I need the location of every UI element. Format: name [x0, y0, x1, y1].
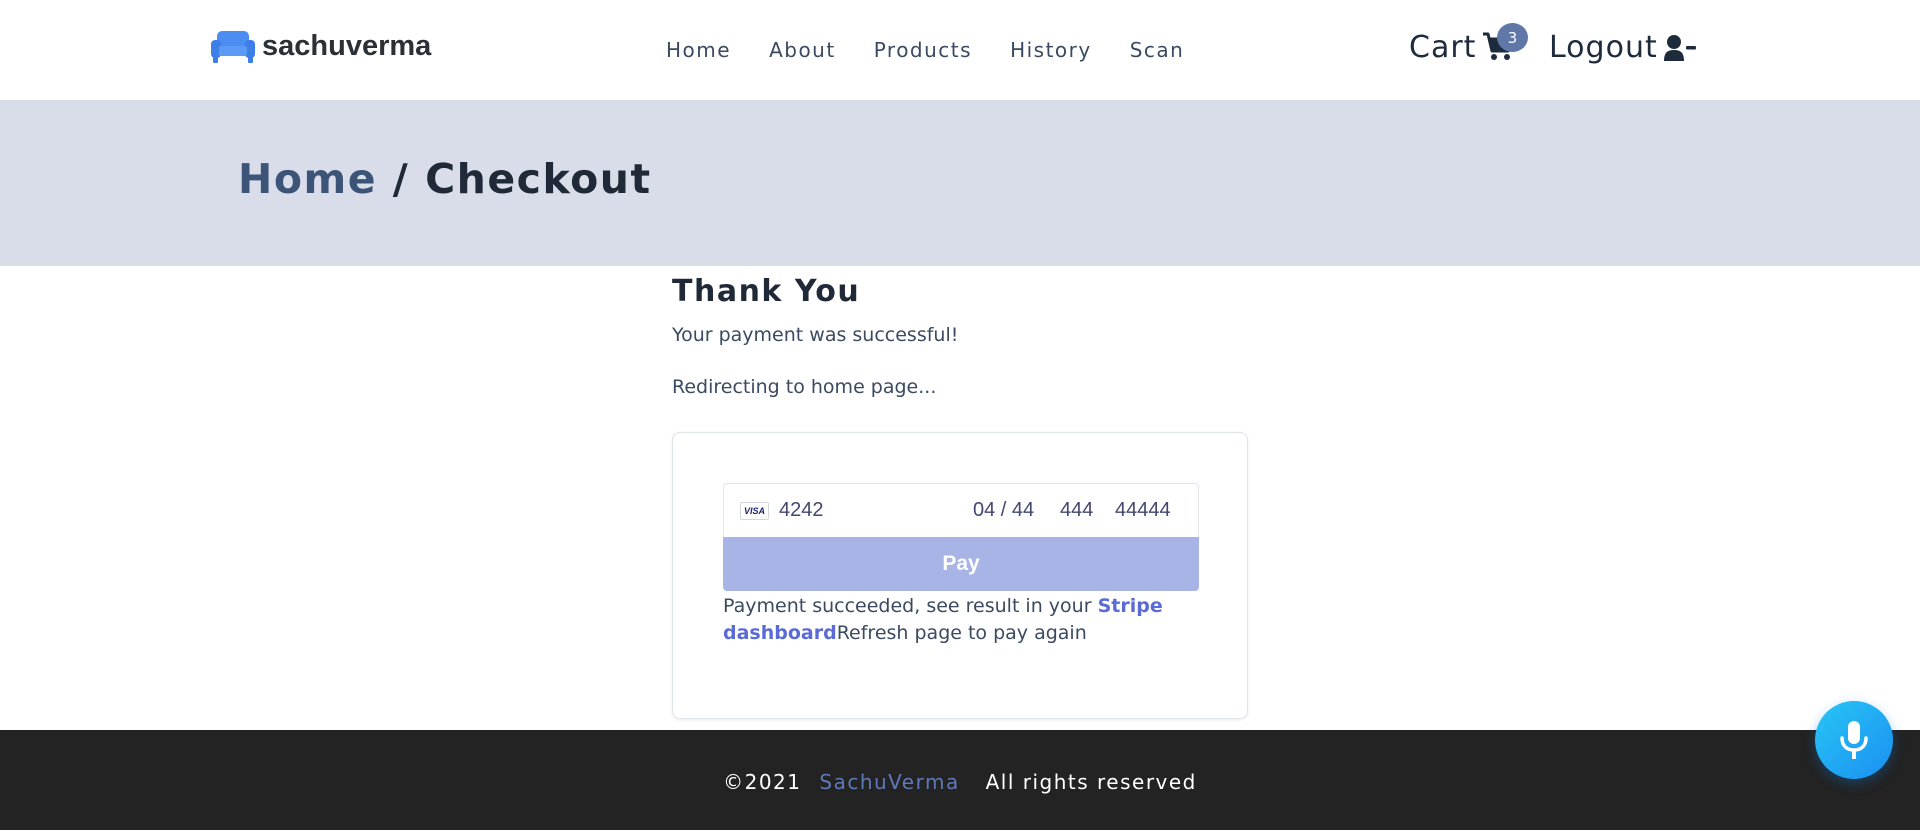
- nav-scan[interactable]: Scan: [1130, 38, 1185, 62]
- user-minus-icon: [1663, 34, 1696, 61]
- cart-count-badge: 3: [1497, 23, 1528, 52]
- brand-logo-link[interactable]: sachuverma: [210, 28, 431, 64]
- payment-result-message: Payment succeeded, see result in your St…: [723, 593, 1163, 647]
- page-title: Thank You: [672, 274, 861, 309]
- nav-products[interactable]: Products: [874, 38, 972, 62]
- voice-search-button[interactable]: [1815, 701, 1893, 779]
- card-cvc-field[interactable]: 444: [1060, 499, 1093, 522]
- cart-label: Cart: [1409, 30, 1477, 65]
- breadcrumb-separator: /: [392, 155, 410, 203]
- footer: ©2021 SachuVerma All rights reserved: [0, 730, 1920, 830]
- visa-card-icon: VISA: [740, 501, 769, 520]
- breadcrumb: Home / Checkout: [238, 155, 652, 203]
- success-message: Your payment was successful!: [672, 324, 959, 346]
- microphone-icon: [1840, 721, 1868, 759]
- main-nav: Home About Products History Scan: [666, 38, 1222, 62]
- card-expiry-field[interactable]: 04 / 44: [973, 499, 1034, 522]
- result-suffix: Refresh page to pay again: [836, 622, 1087, 644]
- redirect-message: Redirecting to home page...: [672, 376, 937, 398]
- checkout-result: Thank You Your payment was successful! R…: [672, 274, 1248, 398]
- top-navbar: sachuverma Home About Products History S…: [0, 0, 1920, 100]
- pay-button[interactable]: Pay: [723, 537, 1199, 591]
- sofa-icon: [211, 31, 255, 63]
- breadcrumb-current: Checkout: [425, 155, 652, 203]
- nav-home[interactable]: Home: [666, 38, 731, 62]
- logout-link[interactable]: Logout: [1549, 30, 1696, 65]
- payment-card: VISA 4242 04 / 44 444 44444 Pay Payment …: [672, 432, 1248, 719]
- breadcrumb-home-link[interactable]: Home: [238, 155, 377, 203]
- nav-about[interactable]: About: [769, 38, 836, 62]
- result-prefix: Payment succeeded, see result in your: [723, 595, 1098, 617]
- card-number-field[interactable]: 4242: [779, 499, 824, 522]
- footer-rights: All rights reserved: [985, 770, 1197, 794]
- card-zip-field[interactable]: 44444: [1115, 499, 1171, 522]
- footer-text: ©2021 SachuVerma All rights reserved: [0, 770, 1920, 794]
- footer-copyright: ©2021: [723, 770, 802, 794]
- card-details-input[interactable]: VISA 4242 04 / 44 444 44444: [723, 483, 1199, 537]
- nav-history[interactable]: History: [1010, 38, 1092, 62]
- logout-label: Logout: [1549, 30, 1658, 65]
- footer-brand-link[interactable]: SachuVerma: [819, 770, 959, 794]
- brand-name: sachuverma: [262, 29, 432, 62]
